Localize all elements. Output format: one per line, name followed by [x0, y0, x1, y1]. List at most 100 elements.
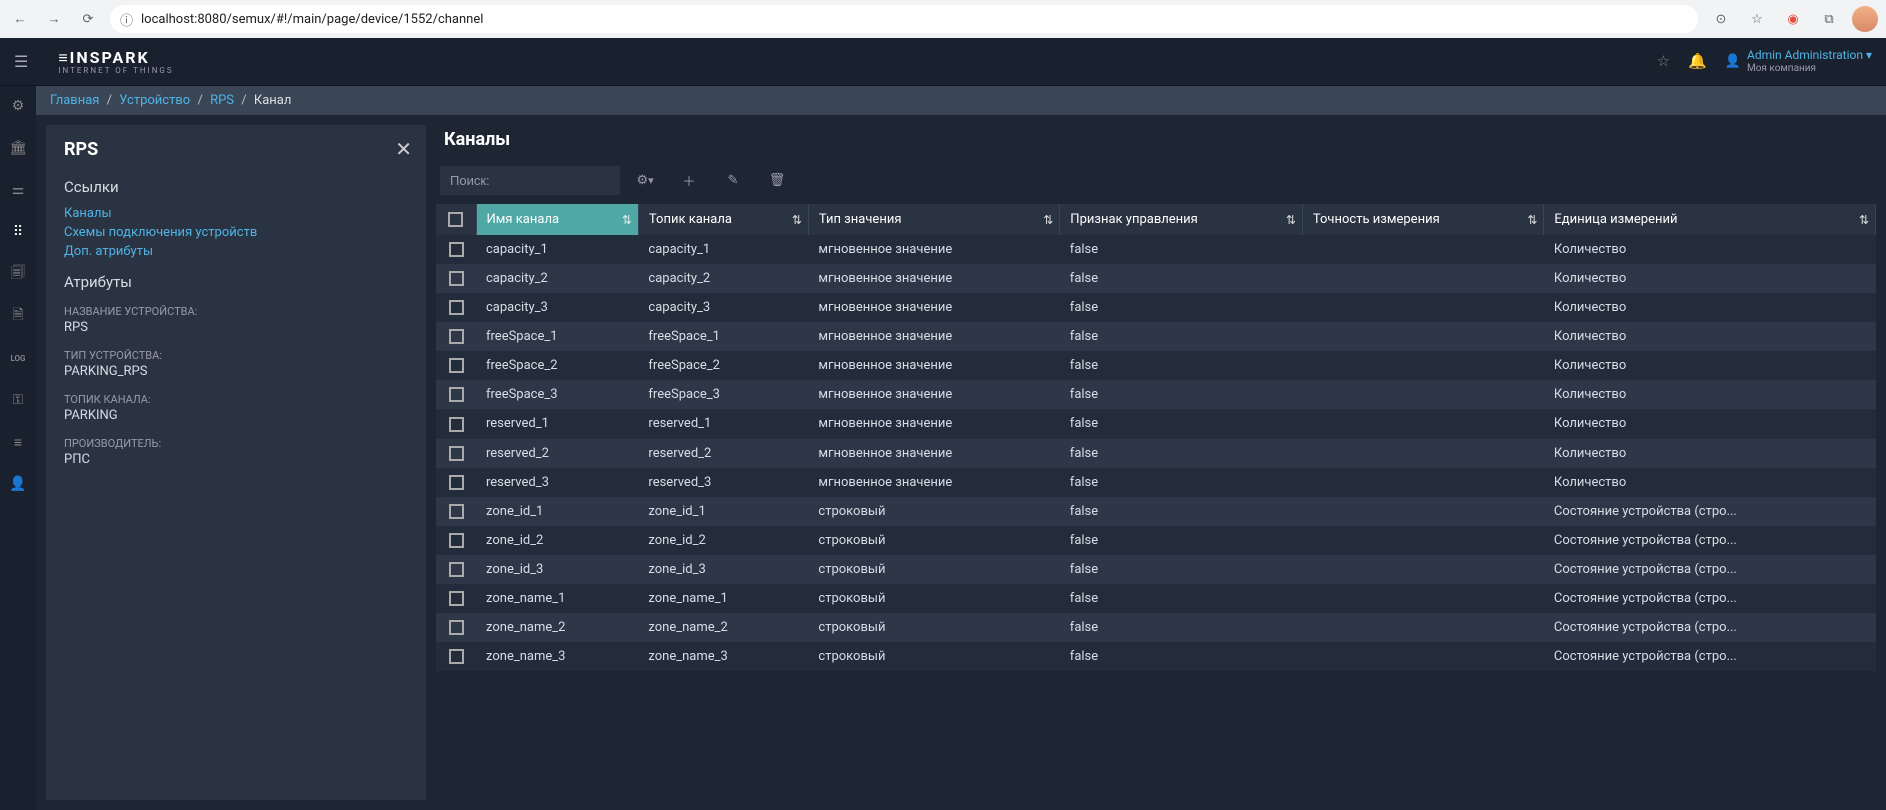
rail-gear-icon[interactable]: ⚙: [6, 94, 30, 118]
table-row[interactable]: zone_name_2zone_name_2строковыйfalseСост…: [436, 613, 1876, 642]
edit-button[interactable]: ✎: [714, 164, 752, 196]
table-row[interactable]: reserved_3reserved_3мгновенное значениеf…: [436, 468, 1876, 497]
select-all-checkbox[interactable]: [448, 212, 463, 227]
extensions-icon[interactable]: ⧉: [1816, 6, 1842, 32]
cell-ctrl: false: [1060, 351, 1303, 380]
close-icon[interactable]: ✕: [395, 137, 412, 161]
cell-ctrl: false: [1060, 555, 1303, 584]
row-checkbox[interactable]: [449, 649, 464, 664]
rail-doccheck-icon[interactable]: 🗎: [6, 304, 30, 328]
table-row[interactable]: zone_id_3zone_id_3строковыйfalseСостояни…: [436, 555, 1876, 584]
table-row[interactable]: zone_name_3zone_name_3строковыйfalseСост…: [436, 642, 1876, 671]
col-ctrl[interactable]: Признак управления⇅: [1060, 204, 1303, 235]
side-panel-title: RPS: [64, 139, 408, 160]
sort-icon: ⇅: [1286, 213, 1296, 227]
row-checkbox[interactable]: [449, 591, 464, 606]
crumb-device[interactable]: Устройство: [119, 93, 190, 108]
notifications-bell-icon[interactable]: 🔔: [1688, 52, 1707, 70]
settings-button[interactable]: ⚙▾: [626, 164, 664, 196]
profile-avatar[interactable]: [1852, 6, 1878, 32]
table-row[interactable]: capacity_2capacity_2мгновенное значениеf…: [436, 264, 1876, 293]
cell-topic: freeSpace_1: [638, 322, 808, 351]
row-checkbox[interactable]: [449, 358, 464, 373]
table-row[interactable]: capacity_3capacity_3мгновенное значениеf…: [436, 293, 1876, 322]
sidepanel-link[interactable]: Доп. атрибуты: [64, 242, 408, 261]
main-panel: Каналы ⚙▾ ＋ ✎ 🗑 Имя канала⇅ Топик канала…: [436, 125, 1876, 800]
col-name[interactable]: Имя канала⇅: [476, 204, 638, 235]
cell-prec: [1302, 351, 1544, 380]
row-checkbox[interactable]: [449, 475, 464, 490]
sidepanel-link[interactable]: Схемы подключения устройств: [64, 223, 408, 242]
search-input[interactable]: [440, 166, 620, 195]
forward-button[interactable]: →: [42, 7, 66, 31]
user-block[interactable]: 👤 Admin Administration ▾ Моя компания: [1725, 48, 1872, 74]
row-checkbox[interactable]: [449, 533, 464, 548]
url-text: localhost:8080/semux/#!/main/page/device…: [141, 12, 483, 27]
cell-unit: Состояние устройства (стро...: [1544, 497, 1876, 526]
table-row[interactable]: freeSpace_3freeSpace_3мгновенное значени…: [436, 380, 1876, 409]
cell-vtype: мгновенное значение: [808, 235, 1059, 264]
cell-prec: [1302, 468, 1544, 497]
table-row[interactable]: freeSpace_1freeSpace_1мгновенное значени…: [436, 322, 1876, 351]
row-checkbox[interactable]: [449, 417, 464, 432]
password-icon[interactable]: ⊙: [1708, 6, 1734, 32]
row-checkbox[interactable]: [449, 271, 464, 286]
cell-unit: Количество: [1544, 264, 1876, 293]
logo: ≡INSPARK INTERNET OF THINGS: [58, 48, 173, 75]
cell-unit: Количество: [1544, 351, 1876, 380]
rail-log-icon[interactable]: LOG: [6, 346, 30, 370]
back-button[interactable]: ←: [8, 7, 32, 31]
rail-key-icon[interactable]: ⚿: [6, 388, 30, 412]
table-row[interactable]: freeSpace_2freeSpace_2мгновенное значени…: [436, 351, 1876, 380]
reload-button[interactable]: ⟳: [76, 7, 100, 31]
extension-record-icon[interactable]: ◉: [1780, 6, 1806, 32]
attr-value: RPS: [64, 320, 408, 335]
col-prec[interactable]: Точность измерения⇅: [1302, 204, 1544, 235]
rail-user-icon[interactable]: 👤: [6, 472, 30, 496]
add-button[interactable]: ＋: [670, 164, 708, 196]
rail-building-icon[interactable]: 🏛: [6, 136, 30, 160]
table-row[interactable]: zone_name_1zone_name_1строковыйfalseСост…: [436, 584, 1876, 613]
crumb-rps[interactable]: RPS: [210, 93, 234, 108]
cell-unit: Состояние устройства (стро...: [1544, 526, 1876, 555]
favorites-star-icon[interactable]: ☆: [1657, 52, 1670, 70]
cell-unit: Количество: [1544, 439, 1876, 468]
col-unit[interactable]: Единица измерений⇅: [1544, 204, 1876, 235]
rail-doc-icon[interactable]: 🗐: [6, 262, 30, 286]
cell-name: zone_id_3: [476, 555, 638, 584]
table-row[interactable]: zone_id_1zone_id_1строковыйfalseСостояни…: [436, 497, 1876, 526]
cell-name: zone_id_1: [476, 497, 638, 526]
delete-button[interactable]: 🗑: [758, 164, 796, 196]
url-bar[interactable]: ⓘ localhost:8080/semux/#!/main/page/devi…: [110, 5, 1698, 33]
table-row[interactable]: reserved_1reserved_1мгновенное значениеf…: [436, 409, 1876, 438]
row-checkbox[interactable]: [449, 446, 464, 461]
row-checkbox[interactable]: [449, 620, 464, 635]
cell-ctrl: false: [1060, 235, 1303, 264]
rail-people-icon[interactable]: ⠿: [6, 220, 30, 244]
rail-sliders-icon[interactable]: ⚌: [6, 178, 30, 202]
cell-vtype: мгновенное значение: [808, 380, 1059, 409]
row-checkbox[interactable]: [449, 504, 464, 519]
row-checkbox[interactable]: [449, 300, 464, 315]
cell-name: reserved_3: [476, 468, 638, 497]
crumb-home[interactable]: Главная: [50, 93, 99, 108]
row-checkbox[interactable]: [449, 242, 464, 257]
menu-toggle[interactable]: ☰: [14, 52, 28, 71]
sidepanel-link[interactable]: Каналы: [64, 204, 408, 223]
bookmark-star-icon[interactable]: ☆: [1744, 6, 1770, 32]
col-vtype[interactable]: Тип значения⇅: [808, 204, 1059, 235]
cell-vtype: строковый: [808, 584, 1059, 613]
table-row[interactable]: capacity_1capacity_1мгновенное значениеf…: [436, 235, 1876, 264]
row-checkbox[interactable]: [449, 387, 464, 402]
cell-topic: zone_id_1: [638, 497, 808, 526]
col-topic[interactable]: Топик канала⇅: [638, 204, 808, 235]
table-row[interactable]: reserved_2reserved_2мгновенное значениеf…: [436, 439, 1876, 468]
row-checkbox[interactable]: [449, 329, 464, 344]
cell-vtype: строковый: [808, 555, 1059, 584]
row-checkbox[interactable]: [449, 562, 464, 577]
attr-label: ТИП УСТРОЙСТВА:: [64, 349, 408, 362]
cell-unit: Состояние устройства (стро...: [1544, 584, 1876, 613]
table-row[interactable]: zone_id_2zone_id_2строковыйfalseСостояни…: [436, 526, 1876, 555]
rail-stack-icon[interactable]: ≡: [6, 430, 30, 454]
cell-prec: [1302, 497, 1544, 526]
